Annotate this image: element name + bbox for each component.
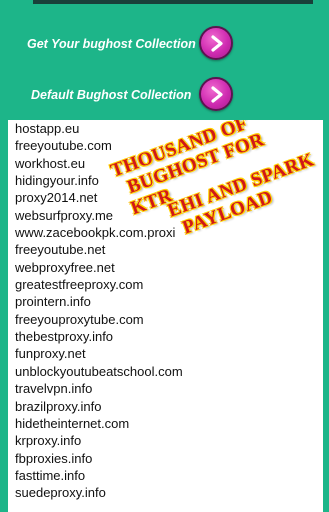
status-bar-strip: [33, 0, 313, 4]
list-item[interactable]: prointern.info: [8, 293, 323, 310]
list-item[interactable]: funproxy.net: [8, 345, 323, 362]
get-your-bughost-collection-label: Get Your bughost Collection: [27, 37, 196, 51]
list-item[interactable]: suedeproxy.info: [8, 484, 323, 501]
list-item[interactable]: www.zacebookpk.com.proxi: [8, 224, 323, 241]
status-bar: [0, 0, 329, 14]
list-item[interactable]: fasttime.info: [8, 467, 323, 484]
list-item[interactable]: hidingyour.info: [8, 172, 323, 189]
chevron-right-icon[interactable]: [199, 26, 233, 60]
list-item[interactable]: hostapp.eu: [8, 120, 323, 137]
default-bughost-collection-label: Default Bughost Collection: [31, 88, 192, 102]
list-item[interactable]: websurfproxy.me: [8, 207, 323, 224]
default-bughost-collection-button[interactable]: Default Bughost Collection: [0, 72, 329, 118]
list-item[interactable]: proxy2014.net: [8, 189, 323, 206]
list-item[interactable]: hidetheinternet.com: [8, 415, 323, 432]
list-item[interactable]: freeyouproxytube.com: [8, 311, 323, 328]
list-item[interactable]: unblockyoutubeatschool.com: [8, 363, 323, 380]
list-item[interactable]: workhost.eu: [8, 155, 323, 172]
list-item[interactable]: webproxyfree.net: [8, 259, 323, 276]
get-your-bughost-collection-button[interactable]: Get Your bughost Collection: [0, 21, 329, 67]
list-item[interactable]: greatestfreeproxy.com: [8, 276, 323, 293]
list-item[interactable]: freeyoutube.com: [8, 137, 323, 154]
list-item[interactable]: brazilproxy.info: [8, 398, 323, 415]
list-item[interactable]: travelvpn.info: [8, 380, 323, 397]
bughost-list-panel[interactable]: hostapp.eu freeyoutube.com workhost.eu h…: [8, 120, 323, 512]
bughost-list: hostapp.eu freeyoutube.com workhost.eu h…: [8, 120, 323, 502]
list-item[interactable]: fbproxies.info: [8, 450, 323, 467]
list-item[interactable]: thebestproxy.info: [8, 328, 323, 345]
chevron-right-icon[interactable]: [199, 77, 233, 111]
list-item[interactable]: krproxy.info: [8, 432, 323, 449]
list-item[interactable]: freeyoutube.net: [8, 241, 323, 258]
